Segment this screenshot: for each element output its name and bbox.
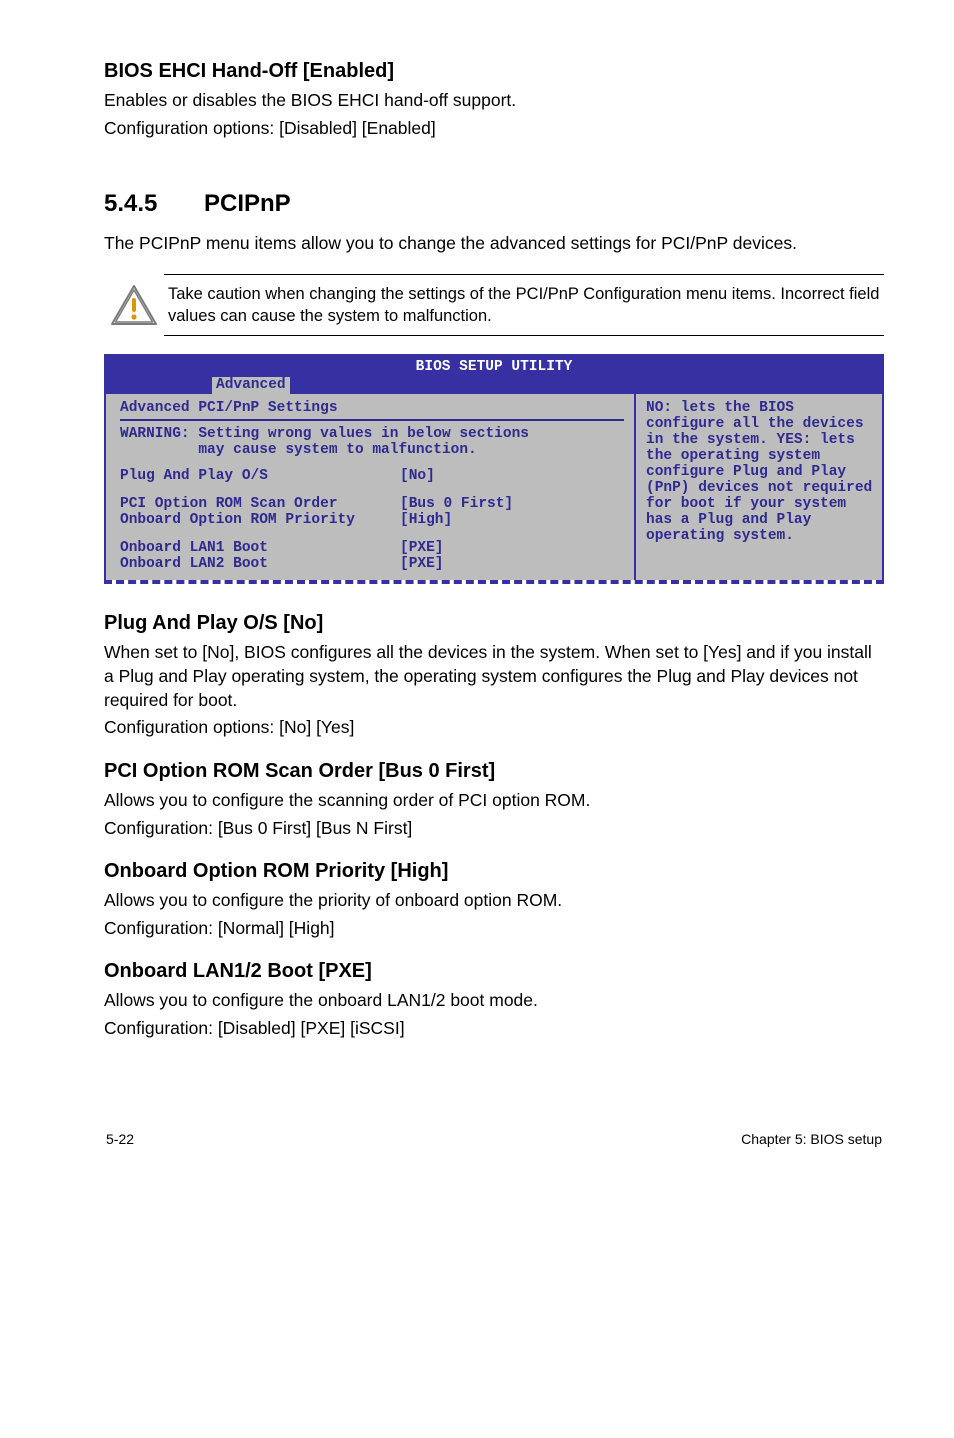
bios-value: [PXE] bbox=[400, 556, 444, 572]
heading-pci-scan-order: PCI Option ROM Scan Order [Bus 0 First] bbox=[104, 760, 884, 783]
callout-text-container: Take caution when changing the settings … bbox=[164, 274, 884, 337]
page-number: 5-22 bbox=[106, 1131, 134, 1147]
section-title: PCIPnP bbox=[204, 190, 291, 217]
chapter-label: Chapter 5: BIOS setup bbox=[741, 1131, 882, 1147]
heading-plug-and-play: Plug And Play O/S [No] bbox=[104, 612, 884, 635]
body-text: Configuration: [Disabled] [PXE] [iSCSI] bbox=[104, 1017, 884, 1041]
heading-option-rom-priority: Onboard Option ROM Priority [High] bbox=[104, 860, 884, 883]
bios-key: Onboard LAN2 Boot bbox=[120, 556, 400, 572]
callout-text: Take caution when changing the settings … bbox=[168, 283, 880, 328]
bios-value: [PXE] bbox=[400, 540, 444, 556]
bios-help-pane: NO: lets the BIOS configure all the devi… bbox=[634, 394, 882, 580]
body-text: Configuration: [Bus 0 First] [Bus N Firs… bbox=[104, 817, 884, 841]
bios-warning: WARNING: Setting wrong values in below s… bbox=[120, 419, 624, 458]
bios-key: Onboard LAN1 Boot bbox=[120, 540, 400, 556]
body-text: Allows you to configure the priority of … bbox=[104, 889, 884, 913]
section-number: 5.4.5 bbox=[104, 190, 204, 218]
bios-row-option-rom-priority[interactable]: Onboard Option ROM Priority [High] bbox=[120, 512, 624, 528]
bios-titlebar: BIOS SETUP UTILITY Advanced bbox=[104, 354, 884, 394]
bios-panel: BIOS SETUP UTILITY Advanced Advanced PCI… bbox=[104, 354, 884, 584]
heading-lan-boot: Onboard LAN1/2 Boot [PXE] bbox=[104, 960, 884, 983]
body-text: Allows you to configure the onboard LAN1… bbox=[104, 989, 884, 1013]
bios-subheading: Advanced PCI/PnP Settings bbox=[120, 400, 624, 416]
section-heading-pcipnp: 5.4.5PCIPnP bbox=[104, 190, 884, 218]
page-footer: 5-22 Chapter 5: BIOS setup bbox=[104, 1131, 884, 1147]
body-text: Enables or disables the BIOS EHCI hand-o… bbox=[104, 89, 884, 113]
bios-row-pci-scan-order[interactable]: PCI Option ROM Scan Order [Bus 0 First] bbox=[120, 496, 624, 512]
bios-value: [Bus 0 First] bbox=[400, 496, 513, 512]
body-text: The PCIPnP menu items allow you to chang… bbox=[104, 232, 884, 256]
bios-body: Advanced PCI/PnP Settings WARNING: Setti… bbox=[104, 394, 884, 580]
body-text: When set to [No], BIOS configures all th… bbox=[104, 641, 884, 712]
bios-row-lan1-boot[interactable]: Onboard LAN1 Boot [PXE] bbox=[120, 540, 624, 556]
body-text: Configuration: [Normal] [High] bbox=[104, 917, 884, 941]
bios-row-plug-and-play[interactable]: Plug And Play O/S [No] bbox=[120, 468, 624, 484]
bios-value: [No] bbox=[400, 468, 435, 484]
bios-tab-advanced[interactable]: Advanced bbox=[212, 377, 290, 394]
warning-callout: Take caution when changing the settings … bbox=[104, 274, 884, 337]
bios-key: Plug And Play O/S bbox=[120, 468, 400, 484]
bios-key: Onboard Option ROM Priority bbox=[120, 512, 400, 528]
bios-title: BIOS SETUP UTILITY bbox=[106, 359, 882, 375]
bios-bottom-border bbox=[104, 580, 884, 584]
body-text: Configuration options: [No] [Yes] bbox=[104, 716, 884, 740]
bios-key: PCI Option ROM Scan Order bbox=[120, 496, 400, 512]
bios-row-lan2-boot[interactable]: Onboard LAN2 Boot [PXE] bbox=[120, 556, 624, 572]
heading-ehci: BIOS EHCI Hand-Off [Enabled] bbox=[104, 60, 884, 83]
warning-icon bbox=[104, 284, 164, 326]
body-text: Configuration options: [Disabled] [Enabl… bbox=[104, 117, 884, 141]
bios-left-pane: Advanced PCI/PnP Settings WARNING: Setti… bbox=[106, 394, 634, 580]
bios-value: [High] bbox=[400, 512, 452, 528]
body-text: Allows you to configure the scanning ord… bbox=[104, 789, 884, 813]
